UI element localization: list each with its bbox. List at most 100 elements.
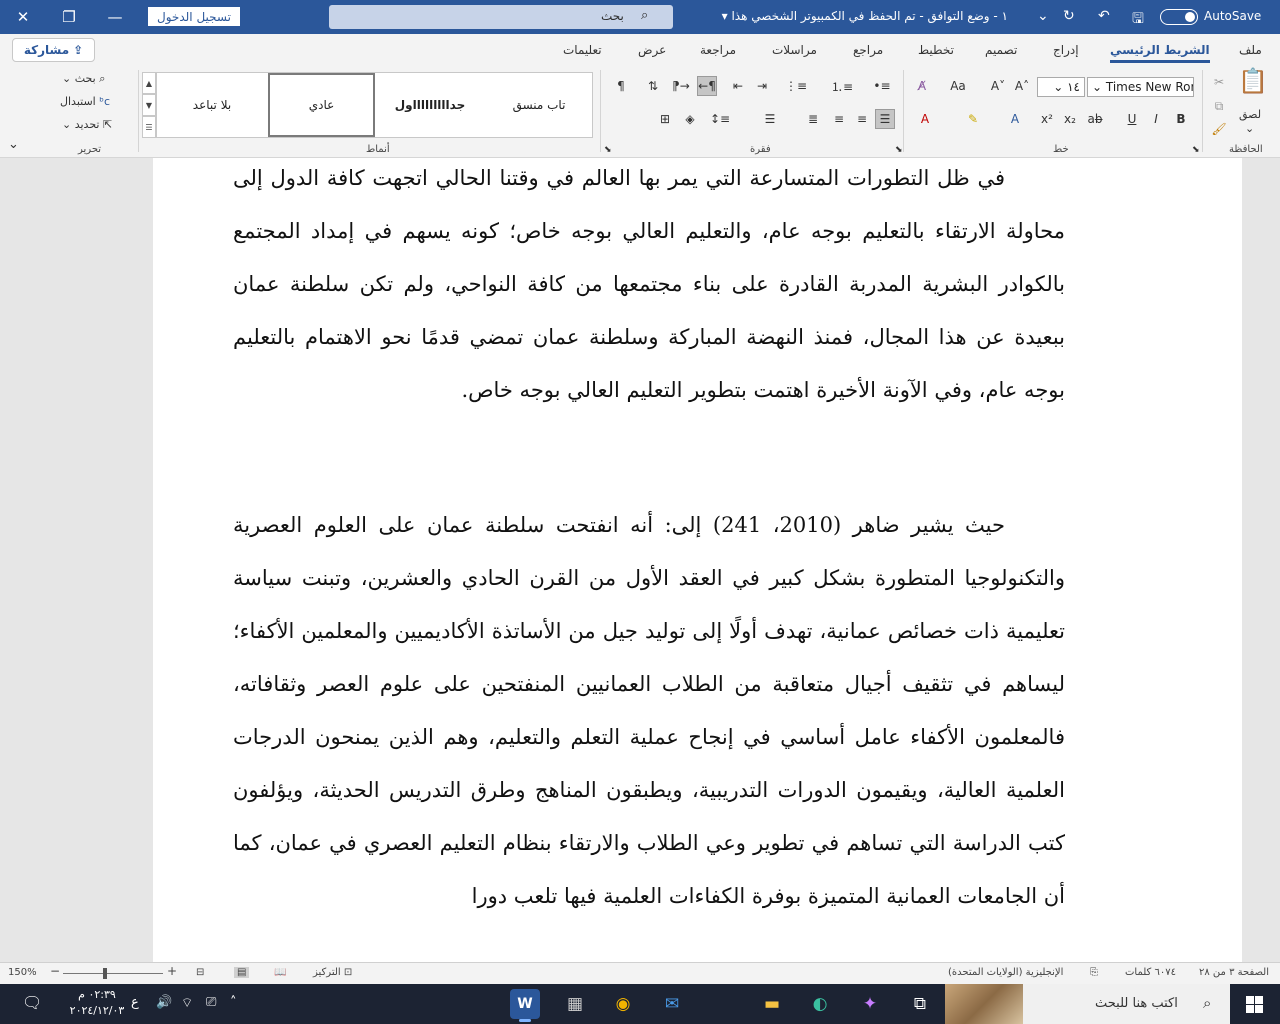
vertical-scrollbar[interactable] xyxy=(1266,158,1280,962)
restore-icon[interactable]: ❐ xyxy=(46,0,92,34)
page-number[interactable]: الصفحة ٣ من ٢٨ xyxy=(1199,967,1269,978)
multilevel-list-icon[interactable]: ⋮≡ xyxy=(785,76,807,96)
styles-scroll-up-icon[interactable]: ▲ xyxy=(142,72,156,94)
shading-icon[interactable]: ◈ xyxy=(680,109,700,129)
zoom-level[interactable]: 150% xyxy=(8,967,37,978)
tab-mailings[interactable]: مراسلات xyxy=(772,43,817,57)
notifications-icon[interactable]: 🗨 xyxy=(22,993,42,1012)
style-no-spacing[interactable]: بلا تباعد xyxy=(157,73,267,137)
font-size-combo[interactable]: ١٤ ⌄ xyxy=(1037,77,1085,97)
show-hidden-icons-icon[interactable]: ˄ xyxy=(230,995,237,1010)
numbered-list-icon[interactable]: ⒈≡ xyxy=(831,76,853,96)
copilot-app-icon[interactable]: ✦ xyxy=(855,989,885,1019)
taskbar-clock[interactable]: ٠٢:٣٩ م ٢٠٢٤/١٢/٠٣ xyxy=(58,987,136,1019)
document-canvas[interactable]: في ظل التطورات المتسارعة التي يمر بها ال… xyxy=(0,158,1280,962)
close-icon[interactable]: ✕ xyxy=(0,0,46,34)
styles-launcher-icon[interactable]: ⬊ xyxy=(604,141,612,159)
redo-icon[interactable]: ↻ xyxy=(1063,8,1075,24)
bold-icon[interactable]: B xyxy=(1171,109,1191,129)
format-painter-icon[interactable]: 🖌 xyxy=(1209,119,1229,139)
distribute-icon[interactable]: ≣ xyxy=(803,109,823,129)
line-spacing-icon[interactable]: ↕≡ xyxy=(710,109,730,129)
zoom-slider-thumb[interactable] xyxy=(103,968,107,979)
tab-insert[interactable]: إدراج xyxy=(1053,43,1079,57)
increase-indent-icon[interactable]: ⇥ xyxy=(752,76,772,96)
document-title[interactable]: ١ - وضع التوافق - تم الحفظ في الكمبيوتر … xyxy=(706,9,1008,23)
print-layout-icon[interactable]: ▤ xyxy=(234,967,250,978)
tab-review[interactable]: مراجعة xyxy=(700,43,736,57)
tab-design[interactable]: تصميم xyxy=(985,43,1017,57)
grow-font-icon[interactable]: A˄ xyxy=(1012,76,1032,96)
read-mode-icon[interactable]: 📖 xyxy=(274,967,286,978)
calculator-app-icon[interactable]: ▦ xyxy=(560,989,590,1019)
sort-icon[interactable]: ⇅ xyxy=(643,76,663,96)
web-layout-icon[interactable]: ⊟ xyxy=(196,967,204,978)
search-box[interactable]: بحث ⌕ xyxy=(329,5,673,29)
copy-icon[interactable]: ⧉ xyxy=(1209,96,1229,116)
edge-app-icon[interactable]: ◐ xyxy=(805,989,835,1019)
superscript-icon[interactable]: x² xyxy=(1037,109,1057,129)
chrome-app-icon[interactable]: ◉ xyxy=(608,989,638,1019)
tab-file[interactable]: ملف xyxy=(1239,43,1262,57)
shrink-font-icon[interactable]: A˅ xyxy=(988,76,1008,96)
bullet-list-icon[interactable]: •≡ xyxy=(872,76,892,96)
replace-button[interactable]: استبدال ᵇc xyxy=(60,93,110,111)
change-case-icon[interactable]: Aa xyxy=(948,76,968,96)
language-status[interactable]: الإنجليزية (الولايات المتحدة) xyxy=(948,967,1063,978)
input-language[interactable]: ع xyxy=(131,995,139,1010)
rtl-direction-icon[interactable]: ←¶ xyxy=(697,76,717,96)
autosave-toggle[interactable] xyxy=(1160,9,1198,25)
style-table[interactable]: جداااااااااول xyxy=(376,73,484,137)
windows-start-icon[interactable] xyxy=(1246,996,1263,1013)
document-paragraph-1[interactable]: في ظل التطورات المتسارعة التي يمر بها ال… xyxy=(233,158,1065,417)
paragraph-launcher-icon[interactable]: ⬊ xyxy=(895,141,903,159)
tab-layout[interactable]: تخطيط xyxy=(918,43,954,57)
taskbar-search[interactable]: اكتب هنا للبحث ⌕ xyxy=(945,984,1230,1024)
font-name-combo[interactable]: ⌄ Times New Rom xyxy=(1087,77,1194,97)
underline-icon[interactable]: U xyxy=(1122,109,1142,129)
align-center-icon[interactable]: ≡ xyxy=(852,109,872,129)
signin-button[interactable]: تسجيل الدخول xyxy=(148,7,240,26)
justify-icon[interactable]: ☰ xyxy=(875,109,895,129)
select-button[interactable]: ⌄ تحديد ⇱ xyxy=(62,116,112,134)
tab-home[interactable]: الشريط الرئيسي xyxy=(1110,43,1210,63)
proofing-icon[interactable]: ⎘ xyxy=(1090,967,1098,978)
strikethrough-icon[interactable]: ab̶ xyxy=(1085,109,1105,129)
tab-help[interactable]: تعليمات xyxy=(563,43,602,57)
style-normal[interactable]: عادي xyxy=(268,73,375,137)
font-color-icon[interactable]: A xyxy=(915,109,935,129)
paste-chevron-icon[interactable]: ⌄ xyxy=(1245,120,1254,138)
clear-formatting-icon[interactable]: A̸ xyxy=(912,76,932,96)
zoom-in-icon[interactable]: + xyxy=(167,964,177,978)
undo-icon[interactable]: ↶ xyxy=(1098,8,1110,24)
share-button[interactable]: مشاركة ⇪ xyxy=(12,38,95,62)
paste-icon[interactable]: 📋 xyxy=(1238,69,1268,93)
cut-icon[interactable]: ✂ xyxy=(1209,72,1229,92)
mail-app-icon[interactable]: ✉ xyxy=(657,989,687,1019)
word-app-icon[interactable]: W xyxy=(510,989,540,1022)
align-left-icon[interactable]: ≡ xyxy=(829,109,849,129)
focus-button[interactable]: التركيز ⊡ xyxy=(313,967,352,978)
borders-icon[interactable]: ⊞ xyxy=(655,109,675,129)
document-page[interactable]: في ظل التطورات المتسارعة التي يمر بها ال… xyxy=(153,158,1242,962)
save-icon[interactable]: 🖫 xyxy=(1132,8,1144,32)
font-launcher-icon[interactable]: ⬊ xyxy=(1192,141,1200,159)
wifi-icon[interactable]: ⌔ xyxy=(181,995,193,1011)
file-explorer-app-icon[interactable]: ▬ xyxy=(757,989,787,1019)
minimize-icon[interactable]: — xyxy=(92,0,138,34)
meet-now-icon[interactable]: ⎚ xyxy=(206,995,216,1010)
customize-qat-icon[interactable]: ⌄ xyxy=(1037,8,1049,24)
volume-icon[interactable]: 🔊 xyxy=(156,995,172,1010)
justify-low-icon[interactable]: ☰ xyxy=(760,109,780,129)
subscript-icon[interactable]: x₂ xyxy=(1060,109,1080,129)
task-view-icon[interactable]: ⧉ xyxy=(905,989,935,1019)
styles-scroll-down-icon[interactable]: ▼ xyxy=(142,94,156,116)
show-marks-icon[interactable]: ¶ xyxy=(611,76,631,96)
tab-view[interactable]: عرض xyxy=(638,43,666,57)
tab-references[interactable]: مراجع xyxy=(853,43,883,57)
decrease-indent-icon[interactable]: ⇤ xyxy=(728,76,748,96)
styles-more-icon[interactable]: ☰ xyxy=(142,116,156,138)
collapse-ribbon-icon[interactable]: ⌄ xyxy=(8,136,19,154)
highlight-icon[interactable]: ✎ xyxy=(963,109,983,129)
text-effects-icon[interactable]: A xyxy=(1005,109,1025,129)
